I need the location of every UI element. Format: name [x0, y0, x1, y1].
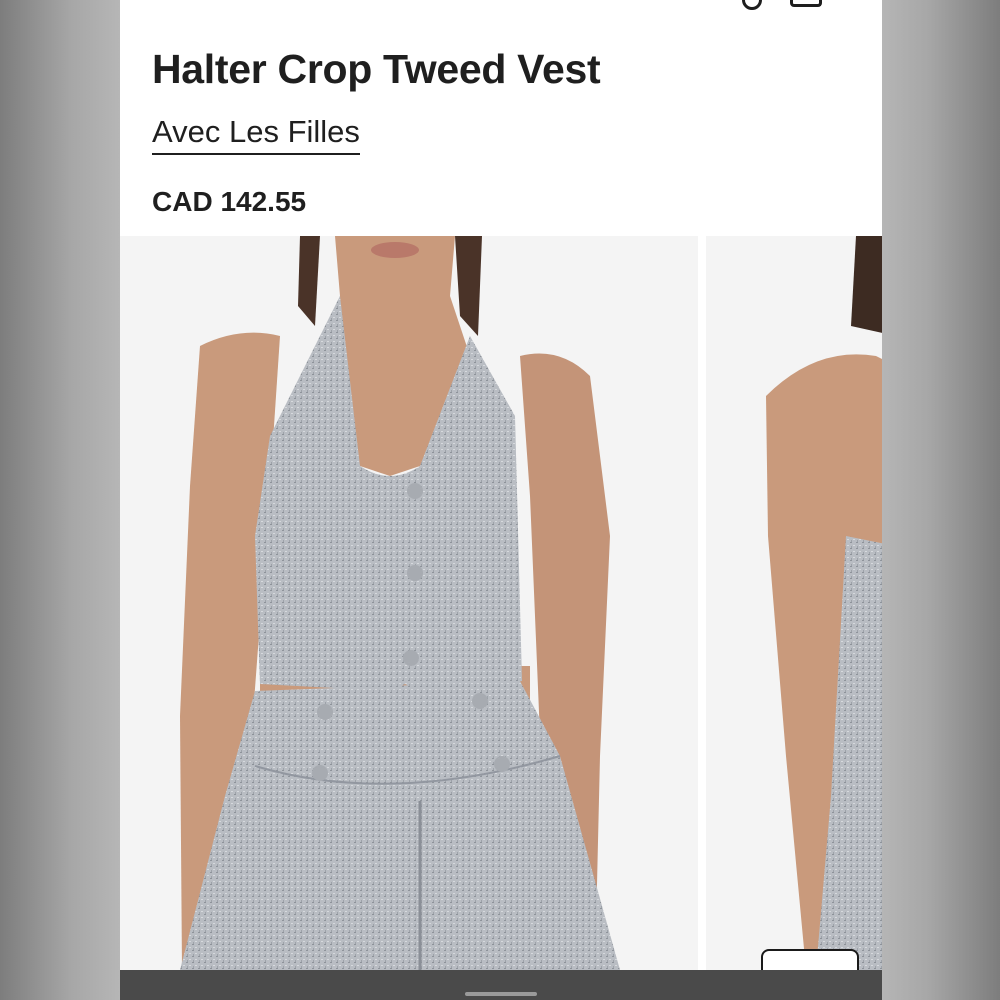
chat-button[interactable] [761, 949, 859, 970]
product-price: CAD 142.55 [152, 186, 307, 217]
product-page: Halter Crop Tweed Vest Avec Les Filles C… [120, 0, 882, 1000]
background-right [880, 0, 1000, 1000]
background-left [0, 0, 120, 1000]
bottom-bar [120, 970, 882, 1000]
brand-link[interactable]: Avec Les Filles [152, 114, 360, 155]
shopping-bag-icon[interactable] [790, 0, 822, 7]
product-title: Halter Crop Tweed Vest [152, 46, 601, 92]
home-indicator [465, 992, 537, 996]
product-image-back[interactable] [706, 236, 882, 970]
header-icons [742, 0, 822, 10]
product-image-front[interactable] [120, 236, 698, 970]
search-icon[interactable] [742, 0, 762, 10]
image-carousel[interactable] [120, 236, 882, 970]
